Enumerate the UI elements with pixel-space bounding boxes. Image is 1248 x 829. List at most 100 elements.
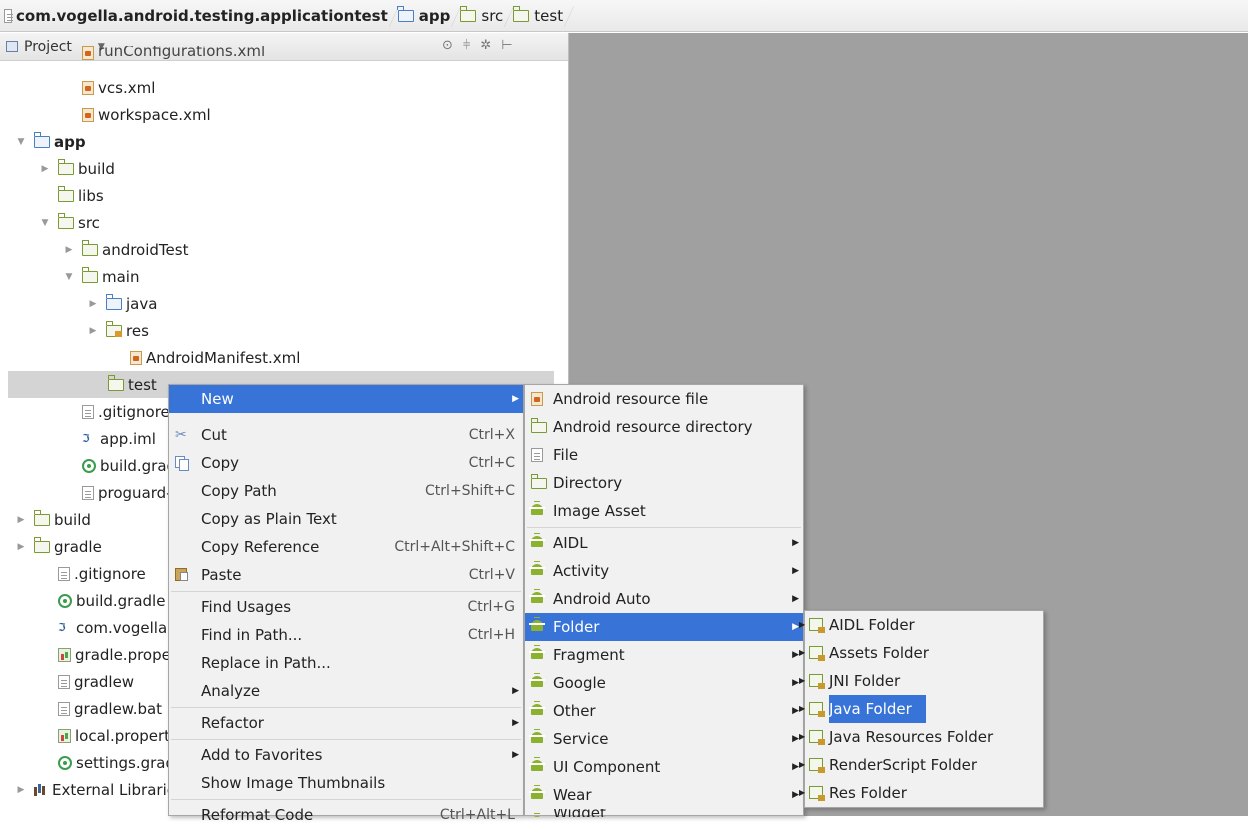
tree-item-app-gitignore[interactable]: ▶ .gitignore [62,398,170,425]
submenu-arrow-icon: ▶ [512,718,519,728]
menu-item-java-folder[interactable]: ▶ Java Folder [799,695,1043,723]
menu-item-copy-reference[interactable]: Copy Reference Ctrl+Alt+Shift+C [169,533,523,561]
menu-item-label: Res Folder [829,784,907,802]
iml-file-icon: ℑ [58,620,66,634]
tree-item-src[interactable]: ▼ src [38,209,100,236]
collapse-arrow-icon[interactable]: ▶ [38,164,52,174]
tree-item-root-build[interactable]: ▶ build [14,506,91,533]
tree-item-res[interactable]: ▶ res [86,317,149,344]
menu-item-service[interactable]: Service ▶ [525,725,803,753]
menu-item-replace-in-path[interactable]: Replace in Path... [169,649,523,677]
folder-icon [809,758,825,773]
tree-item-gradlew[interactable]: ▶ gradlew [38,668,134,695]
collapse-arrow-icon[interactable]: ▶ [86,326,100,336]
menu-item-other[interactable]: Other ▶ [525,697,803,725]
tree-item-settings-gradle[interactable]: ▶ settings.gradle [38,749,188,776]
breadcrumb-src[interactable]: src [459,0,509,32]
collapse-all-icon[interactable]: ⫩ [463,38,470,53]
menu-item-aidl[interactable]: AIDL ▶ [525,529,803,557]
menu-item-file[interactable]: File [525,441,803,469]
menu-item-image-asset[interactable]: Image Asset [525,497,803,525]
menu-item-copy-plain-text[interactable]: Copy as Plain Text [169,505,523,533]
menu-item-android-auto[interactable]: Android Auto ▶ [525,585,803,613]
tree-item-vcs[interactable]: ▶ vcs.xml [62,74,155,101]
menu-item-find-usages[interactable]: Find Usages Ctrl+G [169,593,523,621]
menu-item-reformat-code[interactable]: Reformat Code Ctrl+Alt+L [169,801,523,829]
menu-item-copy-path[interactable]: Copy Path Ctrl+Shift+C [169,477,523,505]
menu-item-paste[interactable]: Paste Ctrl+V [169,561,523,589]
tree-item-runconfigurations[interactable]: ▶ runConfigurations.xml [62,46,265,60]
menu-item-fragment[interactable]: Fragment ▶ [525,641,803,669]
menu-item-show-image-thumbnails[interactable]: Show Image Thumbnails [169,769,523,797]
menu-item-new[interactable]: New ▶ [169,385,523,413]
menu-item-renderscript-folder[interactable]: ▶ RenderScript Folder [799,751,1043,779]
breadcrumb-app[interactable]: app [397,0,457,32]
menu-item-label: Android Auto [553,590,651,608]
tree-item-androidtest[interactable]: ▶ androidTest [62,236,188,263]
properties-file-icon [58,728,71,743]
tree-item-workspace[interactable]: ▶ workspace.xml [62,101,211,128]
expand-arrow-icon[interactable]: ▼ [62,272,76,282]
collapse-arrow-icon[interactable]: ▶ [14,515,28,525]
menu-item-copy[interactable]: Copy Ctrl+C [169,449,523,477]
collapse-arrow-icon[interactable]: ▶ [14,785,28,795]
submenu-arrow-icon: ▶ [799,676,806,685]
tree-item-app-build[interactable]: ▶ build [38,155,115,182]
tree-item-label: res [126,321,149,340]
menu-shortcut: Ctrl+X [468,427,515,443]
tree-item-main[interactable]: ▼ main [62,263,139,290]
tree-item-androidmanifest[interactable]: ▶ AndroidManifest.xml [110,344,300,371]
tree-item-app-iml[interactable]: ▶ℑ app.iml [62,425,156,452]
folder-icon [809,646,825,661]
android-icon [529,589,545,603]
menu-item-directory[interactable]: Directory [525,469,803,497]
tree-item-libs[interactable]: ▶ libs [38,182,104,209]
submenu-arrow-icon: ▶ [799,788,806,797]
tree-item-gradle[interactable]: ▶ gradle [14,533,102,560]
tree-item-root-gitignore[interactable]: ▶ .gitignore [38,560,146,587]
menu-item-find-in-path[interactable]: Find in Path... Ctrl+H [169,621,523,649]
menu-item-label: Find in Path... [201,626,303,644]
expand-arrow-icon[interactable]: ▼ [38,218,52,228]
hide-panel-icon[interactable]: ⊢ [501,38,512,53]
menu-item-label: Assets Folder [829,644,929,662]
menu-shortcut: Ctrl+G [467,599,516,615]
menu-item-activity[interactable]: Activity ▶ [525,557,803,585]
breadcrumb-test[interactable]: test [512,0,569,32]
menu-item-refactor[interactable]: Refactor ▶ [169,709,523,737]
tree-item-root-build-gradle[interactable]: ▶ build.gradle [38,587,165,614]
collapse-arrow-icon[interactable]: ▶ [14,542,28,552]
menu-item-res-folder[interactable]: ▶ Res Folder [799,779,1043,807]
tree-item-gradlew-bat[interactable]: ▶ gradlew.bat [38,695,162,722]
menu-item-jni-folder[interactable]: ▶ JNI Folder [799,667,1043,695]
text-file-icon [58,674,70,689]
menu-item-aidl-folder[interactable]: ▶ AIDL Folder [799,611,1043,639]
collapse-arrow-icon[interactable]: ▶ [62,245,76,255]
folder-icon [107,374,124,391]
submenu-arrow-icon: ▶ [512,750,519,760]
menu-item-label: File [553,446,579,464]
menu-shortcut: Ctrl+Alt+Shift+C [394,539,515,555]
menu-item-add-to-favorites[interactable]: Add to Favorites ▶ [169,741,523,769]
menu-item-android-resource-directory[interactable]: Android resource directory [525,413,803,441]
source-folder-icon [105,293,122,310]
expand-arrow-icon[interactable]: ▼ [14,137,28,147]
scroll-from-source-icon[interactable]: ⊙ [442,38,453,53]
gear-icon[interactable]: ✲ [480,38,491,53]
submenu-arrow-icon: ▶ [792,538,799,548]
menu-item-folder[interactable]: Folder ▶ [525,613,803,641]
breadcrumb-project[interactable]: com.vogella.android.testing.applicationt… [4,0,394,32]
menu-item-wear[interactable]: Wear ▶ [525,781,803,809]
menu-item-cut[interactable]: ✂ Cut Ctrl+X [169,421,523,449]
menu-item-java-resources-folder[interactable]: ▶ Java Resources Folder [799,723,1043,751]
tree-item-app[interactable]: ▼ app [14,128,86,155]
submenu-arrow-icon: ▶ [512,686,519,696]
menu-item-analyze[interactable]: Analyze ▶ [169,677,523,705]
menu-item-google[interactable]: Google ▶ [525,669,803,697]
tree-item-java[interactable]: ▶ java [86,290,157,317]
menu-item-android-resource-file[interactable]: Android resource file [525,385,803,413]
tree-item-external-libraries[interactable]: ▶ External Libraries [14,776,184,803]
collapse-arrow-icon[interactable]: ▶ [86,299,100,309]
menu-item-ui-component[interactable]: UI Component ▶ [525,753,803,781]
menu-item-assets-folder[interactable]: ▶ Assets Folder [799,639,1043,667]
